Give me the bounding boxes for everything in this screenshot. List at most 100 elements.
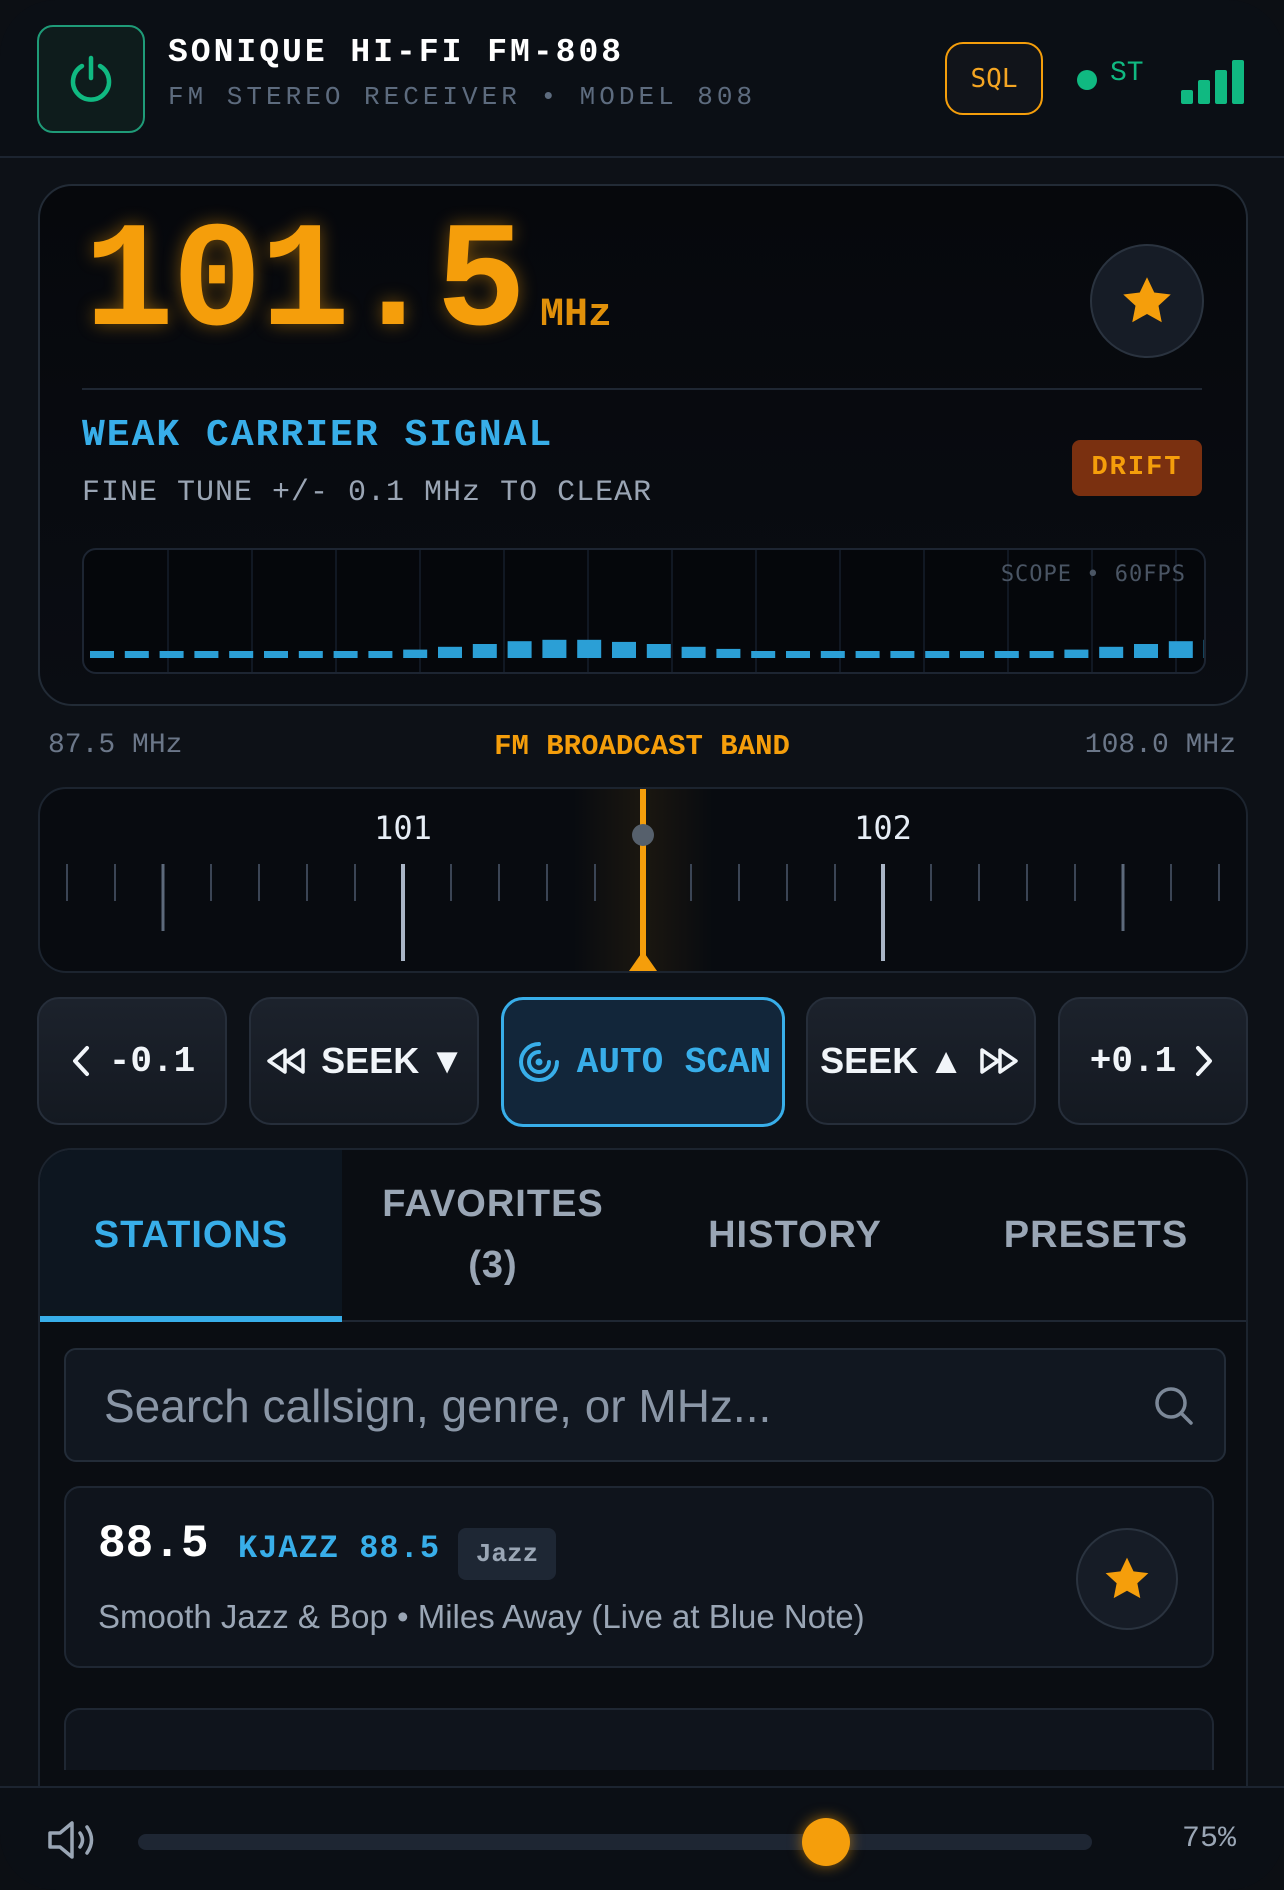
fine-tune-up-label: +0.1 (1089, 1040, 1177, 1082)
station-list-item[interactable]: 88.5 KJAZZ 88.5 Jazz Smooth Jazz & Bop •… (64, 1486, 1214, 1668)
scope-bar (194, 651, 219, 658)
scope-bar (1168, 641, 1193, 658)
station-list-item[interactable] (64, 1708, 1214, 1770)
display-divider (82, 388, 1202, 390)
scope-bar (716, 648, 741, 658)
scope-bar (124, 651, 149, 658)
power-icon (70, 55, 112, 102)
stereo-indicator-label: ST (1110, 58, 1144, 89)
scope-bar (786, 651, 810, 658)
rewind-icon (267, 1048, 305, 1074)
search-input[interactable] (102, 1350, 1126, 1462)
scope-bar (403, 649, 428, 658)
tuning-dial[interactable]: 101 102 (38, 787, 1248, 973)
frequency-unit: MHz (540, 293, 613, 338)
tab-stations[interactable]: STATIONS (40, 1150, 342, 1322)
scope-bar (1064, 649, 1089, 658)
auto-scan-button[interactable]: AUTO SCAN (501, 997, 785, 1127)
app-subtitle: FM STEREO RECEIVER • MODEL 808 (168, 82, 757, 112)
frequency-display: 101.5 MHz WEAK CARRIER SIGNAL FINE TUNE … (38, 184, 1248, 706)
tab-favorites-label: FAVORITES (382, 1183, 604, 1226)
chevron-left-icon (72, 1046, 89, 1076)
scope-bar (333, 651, 358, 658)
scope-bar (577, 639, 602, 658)
dial-scale: 101 102 (66, 789, 1220, 971)
fine-tune-down-button[interactable]: -0.1 (37, 997, 227, 1125)
scope-bar (298, 651, 323, 658)
scope-bar (1134, 644, 1158, 658)
scope-bar (994, 651, 1019, 658)
squelch-button[interactable]: SQL (945, 42, 1043, 115)
scope-bar (264, 651, 288, 658)
fine-tune-down-label: -0.1 (108, 1040, 196, 1082)
scope-bar (542, 639, 567, 658)
power-button[interactable] (37, 25, 145, 133)
seek-down-button[interactable]: SEEK ▼ (249, 997, 479, 1125)
scope-bar (751, 651, 776, 658)
scope-bar (925, 651, 950, 658)
volume-slider-track[interactable] (138, 1834, 1092, 1850)
station-favorite-button[interactable] (1076, 1528, 1178, 1630)
signal-status-hint: FINE TUNE +/- 0.1 MHz TO CLEAR (82, 476, 653, 510)
station-frequency: 88.5 (98, 1518, 209, 1570)
tab-favorites-count: (3) (468, 1244, 518, 1286)
scope-bar (368, 651, 393, 658)
active-tab-indicator (40, 1316, 342, 1322)
radar-scan-icon (518, 1042, 559, 1082)
station-genre-badge: Jazz (458, 1528, 556, 1580)
scope-label: SCOPE • 60FPS (1000, 562, 1186, 587)
volume-icon[interactable] (46, 1818, 102, 1862)
signal-strength-icon (1181, 60, 1244, 104)
favorite-station-button[interactable] (1090, 244, 1204, 358)
tab-stations-label: STATIONS (93, 1213, 289, 1256)
tab-presets-label: PRESETS (1003, 1213, 1189, 1256)
search-icon (1155, 1387, 1193, 1425)
seek-down-label: SEEK ▼ (321, 1040, 465, 1081)
scope-bar (820, 651, 845, 658)
signal-status-title: WEAK CARRIER SIGNAL (82, 414, 554, 457)
volume-bar: 75% (0, 1786, 1284, 1890)
scope-bar (890, 651, 915, 658)
station-description: Smooth Jazz & Bop • Miles Away (Live at … (98, 1598, 865, 1635)
drift-badge: DRIFT (1072, 440, 1202, 496)
scope-bar (960, 651, 984, 658)
scope-bar (507, 641, 532, 658)
volume-percent: 75% (1181, 1822, 1236, 1856)
scope-bar (612, 641, 636, 658)
scope-bar (681, 646, 706, 658)
scope-bar (229, 651, 254, 658)
scope-bar (90, 651, 114, 658)
chevron-right-icon (1196, 1046, 1213, 1076)
header-bar: SONIQUE HI-FI FM-808 FM STEREO RECEIVER … (0, 0, 1284, 158)
star-icon (1123, 277, 1171, 323)
scope-bar (159, 651, 184, 658)
needle-pivot (632, 824, 654, 846)
scope-bar (472, 644, 497, 658)
station-search (64, 1348, 1226, 1462)
dial-label: 102 (854, 809, 912, 847)
scope-bar (1029, 651, 1054, 658)
station-callsign: KJAZZ 88.5 (238, 1530, 441, 1567)
scope-bar (438, 646, 462, 658)
band-max-label: 108.0 MHz (1084, 730, 1236, 761)
auto-scan-label: AUTO SCAN (576, 1041, 772, 1083)
app-title: SONIQUE HI-FI FM-808 (168, 34, 625, 71)
dial-label: 101 (374, 809, 432, 847)
fast-forward-icon (980, 1048, 1018, 1074)
radio-app: SONIQUE HI-FI FM-808 FM STEREO RECEIVER … (0, 0, 1284, 1890)
seek-up-button[interactable]: SEEK ▲ (806, 997, 1036, 1125)
scope-bar (1099, 646, 1124, 658)
tab-history-label: HISTORY (708, 1213, 882, 1256)
scope-bar (855, 651, 880, 658)
tab-history[interactable]: HISTORY (644, 1150, 946, 1320)
scope-bar (646, 644, 671, 658)
frequency-readout: 101.5 (84, 200, 526, 370)
tab-favorites[interactable]: FAVORITES (3) (342, 1150, 644, 1320)
station-panel: STATIONS FAVORITES (3) HISTORY PRESETS 8… (38, 1148, 1248, 1890)
seek-up-label: SEEK ▲ (820, 1040, 964, 1081)
tab-presets[interactable]: PRESETS (946, 1150, 1246, 1320)
volume-slider-handle[interactable] (801, 1818, 850, 1866)
stereo-indicator-dot (1077, 70, 1097, 90)
fine-tune-up-button[interactable]: +0.1 (1058, 997, 1248, 1125)
signal-scope: SCOPE • 60FPS (82, 548, 1206, 674)
